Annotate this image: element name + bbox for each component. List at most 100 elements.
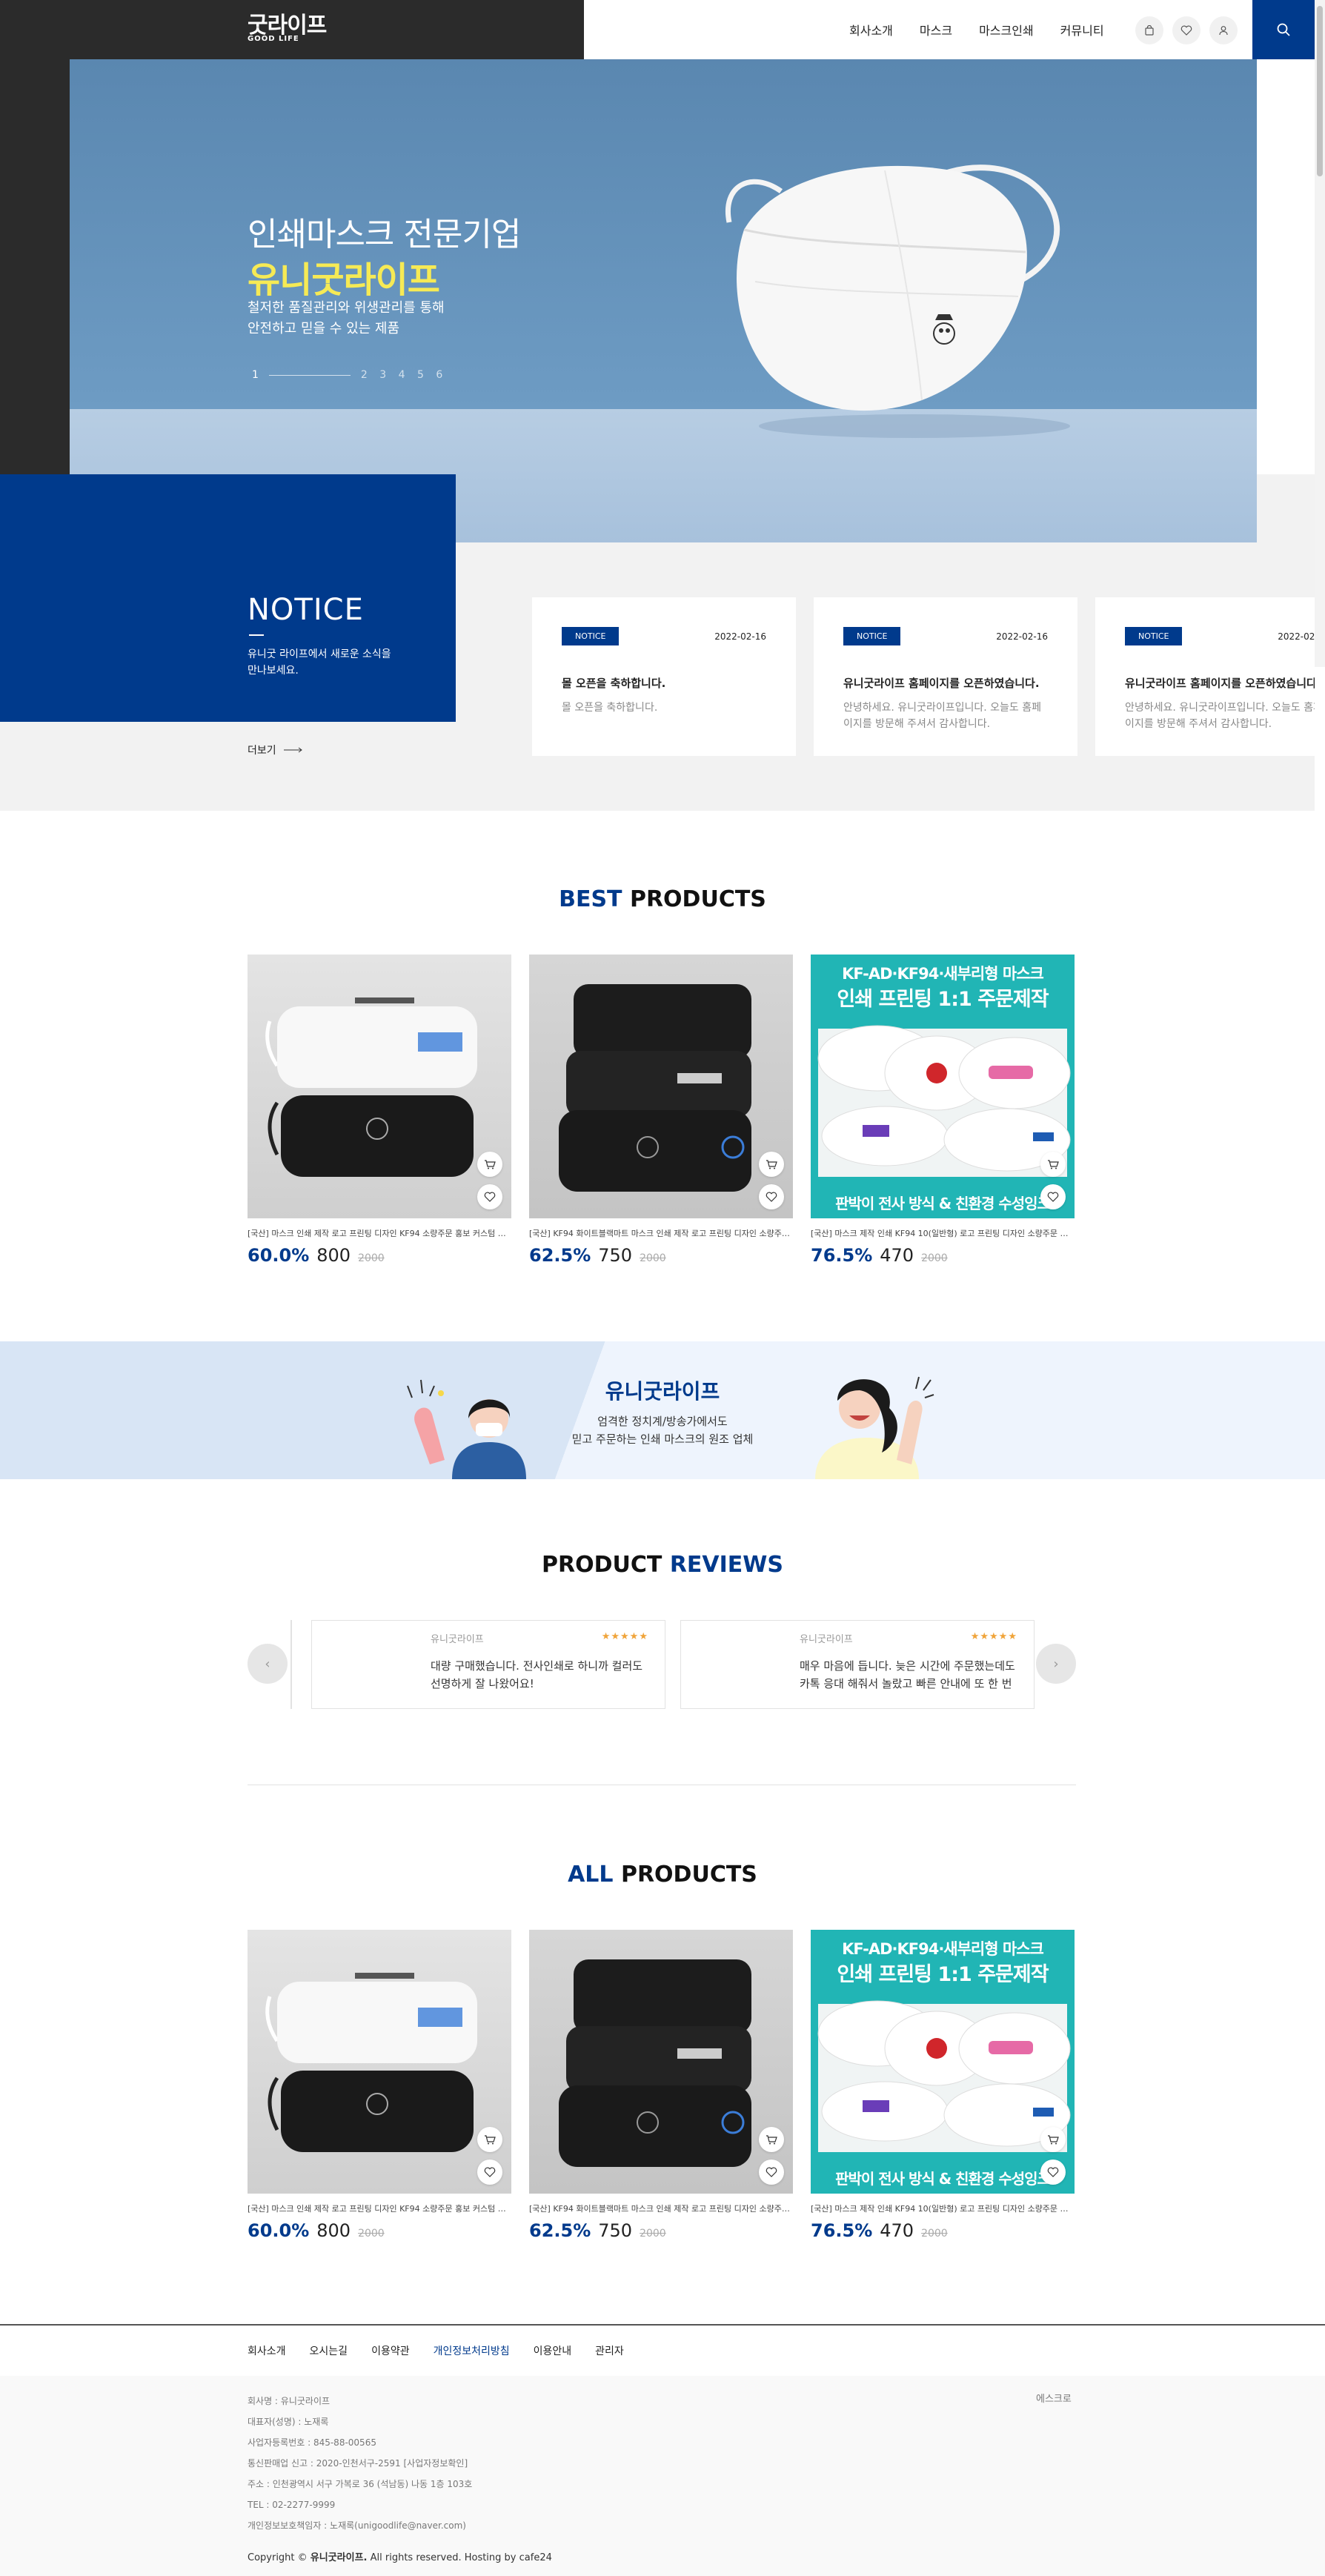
notice-more-link[interactable]: 더보기 [248, 743, 303, 757]
company-info-line: 회사명 : 유니굿라이프 [248, 2396, 331, 2406]
product-card[interactable]: [국산] KF94 화이트블랙마트 마스크 인쇄 제작 로고 프린팅 디자인 소… [529, 1930, 793, 2241]
review-card[interactable]: 유니굿라이프 ★★★★★ 대량 구매했습니다. 전사인쇄로 하니까 컬러도 선명… [311, 1620, 665, 1709]
add-to-wishlist-button[interactable] [759, 1184, 784, 1209]
discount-percent: 60.0% [248, 1245, 310, 1266]
product-name[interactable]: [국산] 마스크 인쇄 제작 로고 프린팅 디자인 KF94 소량주문 홍보 커… [248, 1227, 511, 1239]
nav-item-company[interactable]: 회사소개 [849, 21, 893, 39]
notice-card-body: 몰 오픈을 축하합니다. [562, 702, 658, 714]
company-info-line: 통신판매업 신고 : 2020-인천서구-2591 [사업자정보확인] [248, 2458, 468, 2469]
notice-title: NOTICE [248, 593, 364, 627]
company-info-line: TEL : 02-2277-9999 [248, 2500, 336, 2510]
product-name[interactable]: [국산] KF94 화이트블랙마트 마스크 인쇄 제작 로고 프린팅 디자인 소… [529, 2202, 793, 2214]
main-nav: 회사소개 마스크 마스크인쇄 커뮤니티 [849, 21, 1104, 39]
hero-slider[interactable]: 인쇄마스크 전문기업 유니굿라이프 철저한 품질관리와 위생관리를 통해 안전하… [70, 59, 1257, 542]
product-card[interactable]: KF-AD·KF94·새부리형 마스크 인쇄 프린팅 1:1 주문제작 판박이 … [811, 1930, 1075, 2241]
product-image[interactable] [529, 955, 793, 1218]
notice-date: 2022-02-16 [1278, 631, 1315, 642]
add-to-cart-button[interactable] [477, 1152, 502, 1177]
hero-desc-line: 철저한 품질관리와 위생관리를 통해 [248, 300, 445, 316]
add-to-cart-button[interactable] [759, 1152, 784, 1177]
sale-price: 750 [598, 2220, 633, 2241]
notice-card-body: 안녕하세요. 유니굿라이프입니다. 오늘도 홈페이지를 방문해 주셔서 감사합니… [843, 702, 1041, 730]
wishlist-button[interactable] [1172, 16, 1201, 44]
add-to-wishlist-button[interactable] [477, 2160, 502, 2185]
discount-percent: 62.5% [529, 2220, 591, 2241]
original-price: 2000 [921, 2228, 948, 2240]
notice-card-title: 유니굿라이프 홈페이지를 오픈하였습니다. [843, 677, 1040, 690]
banner-title: 유니굿라이프 [605, 1379, 720, 1404]
review-prev-button[interactable]: ‹ [248, 1644, 288, 1684]
company-info-line: 대표자(성명) : 노재록 [248, 2417, 329, 2427]
add-to-wishlist-button[interactable] [1040, 2160, 1066, 2185]
escrow-link[interactable]: 에스크로 [1036, 2391, 1072, 2405]
product-card[interactable]: [국산] KF94 화이트블랙마트 마스크 인쇄 제작 로고 프린팅 디자인 소… [529, 955, 793, 1266]
product-image[interactable]: KF-AD·KF94·새부리형 마스크 인쇄 프린팅 1:1 주문제작 판박이 … [811, 955, 1075, 1218]
nav-item-mask-print[interactable]: 마스크인쇄 [979, 21, 1034, 39]
discount-percent: 76.5% [811, 2220, 873, 2241]
product-image[interactable] [248, 1930, 511, 2194]
product-image[interactable]: KF-AD·KF94·새부리형 마스크 인쇄 프린팅 1:1 주문제작 판박이 … [811, 1930, 1075, 2194]
notice-card[interactable]: NOTICE 2022-02-16 유니굿라이프 홈페이지를 오픈하였습니다. … [814, 597, 1077, 756]
sale-price: 470 [880, 2220, 914, 2241]
add-to-wishlist-button[interactable] [759, 2160, 784, 2185]
product-name[interactable]: [국산] 마스크 인쇄 제작 로고 프린팅 디자인 KF94 소량주문 홍보 커… [248, 2202, 511, 2214]
original-price: 2000 [640, 2228, 666, 2240]
product-name[interactable]: [국산] 마스크 제작 인쇄 KF94 10(일반형) 로고 프린팅 디자인 소… [811, 1227, 1075, 1239]
footer-link-terms[interactable]: 이용약관 [371, 2343, 410, 2358]
cart-button[interactable] [1135, 16, 1163, 44]
discount-percent: 76.5% [811, 1245, 873, 1266]
nav-item-community[interactable]: 커뮤니티 [1060, 21, 1104, 39]
title-accent: REVIEWS [669, 1552, 783, 1578]
all-products-title: ALL PRODUCTS [0, 1862, 1325, 1888]
product-card[interactable]: [국산] 마스크 인쇄 제작 로고 프린팅 디자인 KF94 소량주문 홍보 커… [248, 1930, 511, 2241]
add-to-cart-button[interactable] [477, 2127, 502, 2152]
product-name[interactable]: [국산] KF94 화이트블랙마트 마스크 인쇄 제작 로고 프린팅 디자인 소… [529, 1227, 793, 1239]
product-image[interactable] [248, 955, 511, 1218]
hero-gap [1257, 474, 1315, 542]
notice-date: 2022-02-16 [714, 631, 766, 642]
footer-link-admin[interactable]: 관리자 [595, 2343, 624, 2358]
chevron-left-icon: ‹ [265, 1656, 270, 1672]
logo[interactable]: 굿라이프 GOOD LIFE [248, 15, 327, 43]
image-headline: KF-AD·KF94·새부리형 마스크 [842, 1940, 1044, 1958]
pager-rest[interactable]: 2 3 4 5 6 [361, 369, 447, 381]
footer-link-company[interactable]: 회사소개 [248, 2343, 286, 2358]
add-to-cart-button[interactable] [1040, 1152, 1066, 1177]
heart-icon [1180, 25, 1192, 36]
add-to-wishlist-button[interactable] [477, 1184, 502, 1209]
search-button[interactable] [1252, 0, 1315, 59]
copyright-prefix: Copyright © [248, 2552, 311, 2563]
scrollbar-thumb[interactable] [1317, 6, 1323, 176]
pager-current[interactable]: 1 [252, 369, 259, 381]
hero-pager[interactable]: 1 2 3 4 5 6 [252, 369, 447, 381]
hero-headline: 인쇄마스크 전문기업 [248, 216, 521, 253]
sale-price: 800 [316, 2220, 351, 2241]
notice-card[interactable]: NOTICE 2022-02-16 유니굿라이프 홈페이지를 오픈하였습니다. … [1095, 597, 1315, 756]
review-next-button[interactable]: › [1036, 1644, 1076, 1684]
product-price: 76.5% 470 2000 [811, 1245, 1075, 1266]
account-button[interactable] [1209, 16, 1238, 44]
product-name[interactable]: [국산] 마스크 제작 인쇄 KF94 10(일반형) 로고 프린팅 디자인 소… [811, 2202, 1075, 2214]
title-accent: BEST [559, 886, 622, 912]
product-card[interactable]: [국산] 마스크 인쇄 제작 로고 프린팅 디자인 KF94 소량주문 홍보 커… [248, 955, 511, 1266]
add-to-cart-button[interactable] [759, 2127, 784, 2152]
product-price: 60.0% 800 2000 [248, 1245, 511, 1266]
footer-link-privacy[interactable]: 개인정보처리방침 [434, 2343, 510, 2358]
product-card[interactable]: KF-AD·KF94·새부리형 마스크 인쇄 프린팅 1:1 주문제작 판박이 … [811, 955, 1075, 1266]
notice-description: 유니굿 라이프에서 새로운 소식을 만나보세요. [248, 646, 391, 679]
hero-left-panel [0, 59, 70, 474]
black-masks-illustration [559, 1959, 751, 2167]
add-to-wishlist-button[interactable] [1040, 1184, 1066, 1209]
review-card[interactable]: 유니굿라이프 ★★★★★ 매우 마음에 듭니다. 늦은 시간에 주문했는데도 카… [680, 1620, 1035, 1709]
hero-desc-line: 안전하고 믿을 수 있는 제품 [248, 321, 400, 336]
original-price: 2000 [358, 1252, 385, 1264]
footer-link-guide[interactable]: 이용안내 [534, 2343, 572, 2358]
notice-card[interactable]: NOTICE 2022-02-16 몰 오픈을 축하합니다. 몰 오픈을 축하합… [532, 597, 796, 756]
add-to-cart-button[interactable] [1040, 2127, 1066, 2152]
company-info-line: 개인정보보호책임자 : 노재록(unigoodlife@naver.com) [248, 2520, 466, 2531]
product-image[interactable] [529, 1930, 793, 2194]
review-stars: ★★★★★ [601, 1631, 648, 1642]
cart-icon [766, 1160, 777, 1169]
footer-link-directions[interactable]: 오시는길 [310, 2343, 348, 2358]
nav-item-mask[interactable]: 마스크 [920, 21, 952, 39]
